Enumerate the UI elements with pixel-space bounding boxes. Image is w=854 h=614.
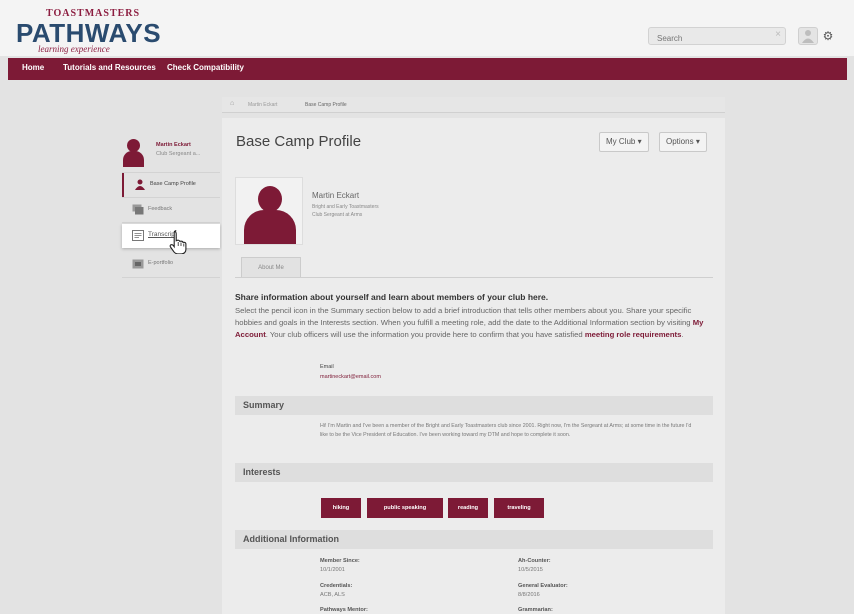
share-heading: Share information about yourself and lea… <box>235 292 549 302</box>
settings-button[interactable]: ⚙ <box>820 27 836 45</box>
portfolio-icon <box>132 259 144 269</box>
general-evaluator-value: 8/8/2016 <box>518 592 540 598</box>
feedback-icon <box>132 204 144 215</box>
search-box: × <box>648 27 786 47</box>
sidebar-item-e-portfolio[interactable]: E-portfolio <box>122 252 220 276</box>
sidebar-item-label: Feedback <box>148 206 173 212</box>
nav-tutorials[interactable]: Tutorials and Resources <box>63 63 156 72</box>
interest-chip: public speaking <box>367 498 443 518</box>
ah-counter-label: Ah-Counter: <box>518 558 551 564</box>
nav-check-compatibility[interactable]: Check Compatibility <box>167 63 244 72</box>
breadcrumb-item-user[interactable]: Martin Eckart <box>248 102 277 108</box>
sidebar-user-name: Martin Eckart <box>156 142 191 148</box>
breadcrumb: ⌂ Martin Eckart Base Camp Profile <box>222 97 725 113</box>
search-clear-icon[interactable]: × <box>775 29 781 40</box>
chevron-down-icon: ▾ <box>637 137 642 146</box>
meeting-role-requirements-link[interactable]: meeting role requirements <box>585 330 682 339</box>
email-value[interactable]: martineckart@email.com <box>320 374 381 380</box>
profile-panel: Base Camp Profile My Club ▾ Options ▾ Ma… <box>222 118 725 614</box>
interest-chip: reading <box>448 498 488 518</box>
general-evaluator-label: General Evaluator: <box>518 583 568 589</box>
summary-heading: Summary <box>235 396 713 415</box>
interest-chip: traveling <box>494 498 544 518</box>
email-label: Email <box>320 364 334 370</box>
gear-icon: ⚙ <box>822 29 834 43</box>
logo-tagline-text: learning experience <box>38 44 110 54</box>
main-nav: Home Tutorials and Resources Check Compa… <box>8 58 847 80</box>
interest-chip: hiking <box>321 498 361 518</box>
hand-pointer-cursor-icon <box>169 230 187 254</box>
credentials-label: Credentials: <box>320 583 353 589</box>
search-input[interactable] <box>649 30 769 47</box>
breadcrumb-item-current: Base Camp Profile <box>305 102 347 108</box>
sidebar-item-label: Base Camp Profile <box>150 181 196 187</box>
sidebar-user[interactable]: Martin Eckart Club Sergeant a... <box>122 136 220 170</box>
profile-club: Bright and Early Toastmasters <box>312 204 379 210</box>
options-label: Options <box>666 137 694 146</box>
credentials-value: ACB, ALS <box>320 592 345 598</box>
profile-name: Martin Eckart <box>312 191 360 200</box>
grammarian-label: Grammarian: <box>518 607 553 613</box>
sidebar-item-feedback[interactable]: Feedback <box>122 198 220 222</box>
app-header: TOASTMASTERS PATHWAYS learning experienc… <box>0 0 854 56</box>
pathways-mentor-label: Pathways Mentor: <box>320 607 368 613</box>
share-text: Select the pencil icon in the Summary se… <box>235 306 704 339</box>
my-club-dropdown[interactable]: My Club ▾ <box>599 132 649 152</box>
member-since-label: Member Since: <box>320 558 360 564</box>
person-icon <box>135 179 145 190</box>
page-title: Base Camp Profile <box>236 133 362 150</box>
tab-about-me[interactable]: About Me <box>241 257 301 277</box>
user-icon <box>802 30 814 43</box>
home-icon[interactable]: ⌂ <box>230 100 234 107</box>
sidebar-user-role: Club Sergeant a... <box>156 151 201 157</box>
summary-text: Hi! I'm Martin and I've been a member of… <box>320 423 692 438</box>
nav-home[interactable]: Home <box>22 63 44 72</box>
member-since-value: 10/1/2001 <box>320 567 345 573</box>
sidebar-item-label: E-portfolio <box>148 260 174 266</box>
chevron-down-icon: ▾ <box>695 137 700 146</box>
interests-heading: Interests <box>235 463 713 482</box>
additional-info-heading: Additional Information <box>235 530 713 549</box>
profile-role: Club Sergeant at Arms <box>312 212 363 218</box>
transcript-icon <box>132 230 144 241</box>
options-dropdown[interactable]: Options ▾ <box>659 132 707 152</box>
user-menu-button[interactable] <box>798 27 818 45</box>
profile-photo <box>235 177 303 245</box>
ah-counter-value: 10/5/2015 <box>518 567 543 573</box>
my-club-label: My Club <box>606 137 636 146</box>
sidebar-item-base-camp-profile[interactable]: Base Camp Profile <box>122 173 220 197</box>
